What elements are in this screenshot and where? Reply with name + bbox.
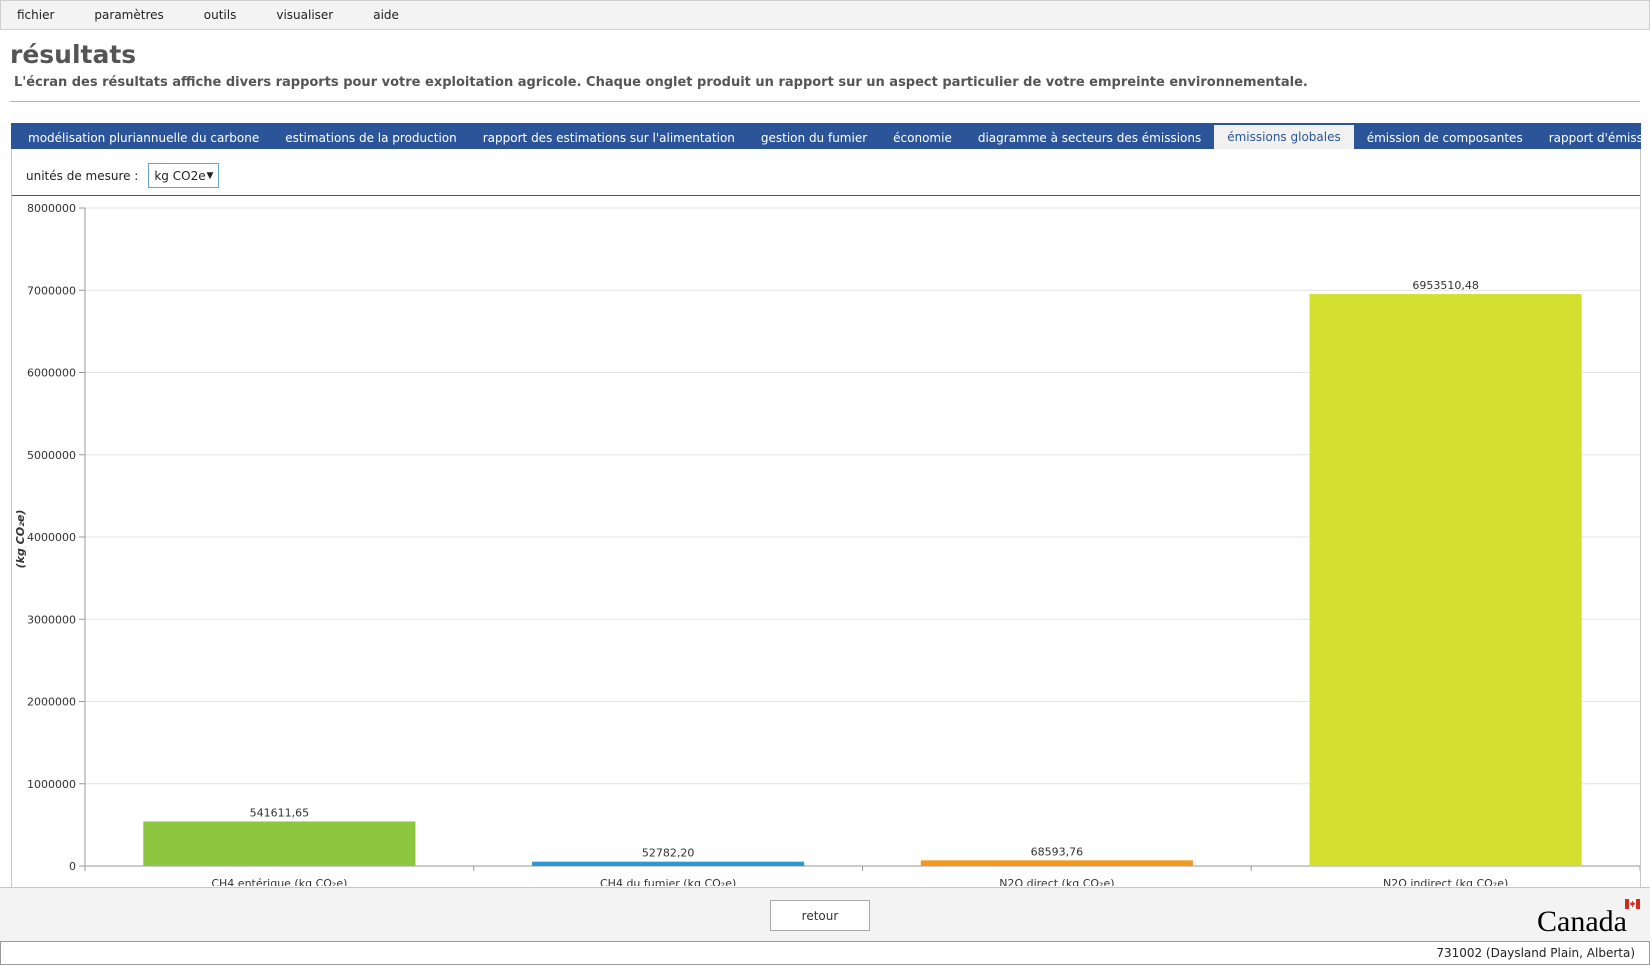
svg-text:Canada: Canada: [1537, 905, 1627, 938]
canada-wordmark-logo: Canada: [1537, 899, 1640, 938]
menu-aide[interactable]: aide: [373, 8, 399, 22]
y-axis-label: (kg CO₂e): [14, 510, 27, 569]
tab-production-estimates[interactable]: estimations de la production: [272, 126, 470, 149]
report-panel: unités de mesure : kg CO2e ▼ 0 1000000 200…: [11, 149, 1641, 887]
bar-value-label: 541611,65: [250, 806, 310, 819]
tab-manure-management[interactable]: gestion du fumier: [748, 126, 880, 149]
bar-value-label: 52782,20: [642, 847, 695, 860]
back-button[interactable]: retour: [770, 900, 870, 931]
units-row: unités de mesure : kg CO2e ▼: [26, 163, 220, 188]
page-title: résultats: [10, 40, 137, 69]
y-tick-label: 6000000: [27, 367, 76, 380]
units-select[interactable]: kg CO2e ▼: [148, 163, 220, 188]
page-description: L'écran des résultats affiche divers rap…: [14, 75, 1308, 90]
bar: [143, 821, 416, 866]
x-category-label: N2O indirect (kg CO₂e): [1383, 877, 1508, 886]
y-tick-label: 5000000: [27, 449, 76, 462]
tab-emissions-pie-chart[interactable]: diagramme à secteurs des émissions: [965, 126, 1214, 149]
y-tick-label: 1000000: [27, 778, 76, 791]
menu-fichier[interactable]: fichier: [17, 8, 54, 22]
bar: [1309, 294, 1582, 867]
menu-outils[interactable]: outils: [204, 8, 237, 22]
chevron-down-icon: ▼: [206, 171, 214, 181]
tab-feed-estimates-report[interactable]: rapport des estimations sur l'alimentati…: [470, 126, 748, 149]
status-bar: 731002 (Daysland Plain, Alberta): [0, 941, 1650, 965]
menu-visualiser[interactable]: visualiser: [276, 8, 333, 22]
x-category-label: N2O direct (kg CO₂e): [999, 877, 1114, 886]
emissions-bar-chart: 0 1000000 2000000 3000000 4000000 5000000 6000…: [14, 202, 1640, 886]
units-label: unités de mesure :: [26, 168, 139, 183]
tab-detailed-emission-report[interactable]: rapport d'émission détaillée: [1536, 126, 1650, 149]
bar: [920, 860, 1193, 866]
y-tick-label: 8000000: [27, 202, 76, 215]
report-tabs: modélisation pluriannuelle du carbone es…: [11, 123, 1650, 149]
menu-parametres[interactable]: paramètres: [94, 8, 163, 22]
y-tick-label: 4000000: [27, 531, 76, 544]
bar-value-label: 68593,76: [1031, 845, 1084, 858]
footer: retour Canada: [0, 887, 1650, 941]
title-divider: [10, 101, 1640, 102]
tab-carbon-modelling[interactable]: modélisation pluriannuelle du carbone: [15, 126, 272, 149]
menu-bar: fichier paramètres outils visualiser aid…: [0, 0, 1650, 30]
farm-location-status: 731002 (Daysland Plain, Alberta): [1436, 946, 1635, 960]
y-tick-label: 0: [69, 860, 76, 873]
y-tick-label: 2000000: [27, 696, 76, 709]
x-category-label: CH4 du fumier (kg CO₂e): [600, 877, 736, 886]
bar-value-label: 6953510,48: [1412, 279, 1478, 292]
tab-global-emissions[interactable]: émissions globales: [1214, 125, 1354, 149]
y-tick-label: 7000000: [27, 284, 76, 297]
y-tick-label: 3000000: [27, 613, 76, 626]
bar: [532, 861, 805, 866]
x-category-label: CH4 entérique (kg CO₂e): [211, 877, 347, 886]
tab-component-emissions[interactable]: émission de composantes: [1354, 126, 1536, 149]
tab-economics[interactable]: économie: [880, 126, 965, 149]
chart-bars: [143, 294, 1582, 867]
units-selected-value: kg CO2e: [154, 168, 206, 183]
